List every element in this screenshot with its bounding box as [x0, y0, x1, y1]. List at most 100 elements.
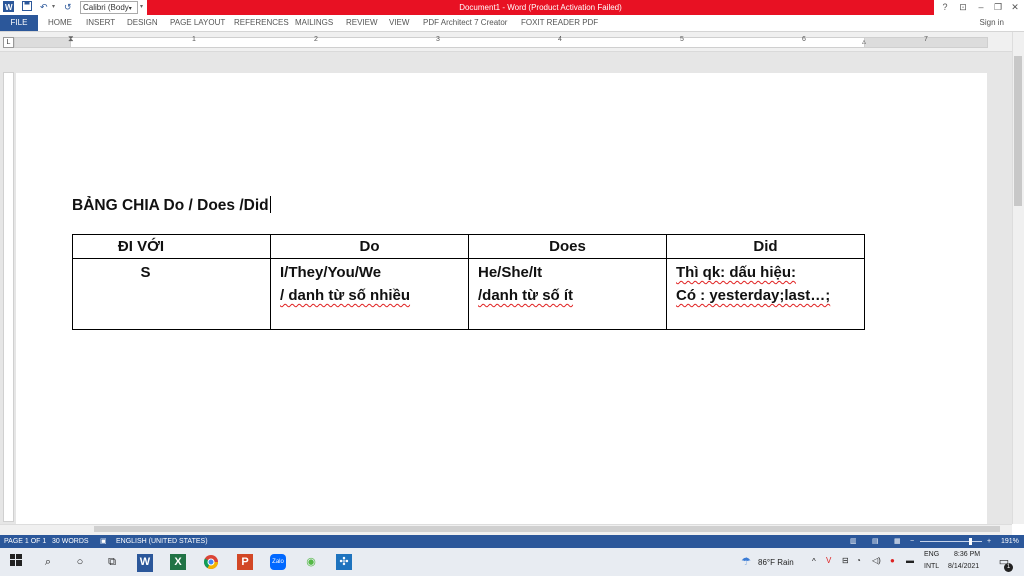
- cell-did-line1: Thì qk: dấu hiệu:: [676, 264, 796, 281]
- tab-home[interactable]: HOME: [48, 15, 72, 31]
- ruler-number: 4: [558, 36, 562, 43]
- conjugation-table[interactable]: ĐI VỚI Do Does Did S I/They/You/We / dan…: [72, 234, 865, 330]
- tab-mailings[interactable]: MAILINGS: [295, 15, 333, 31]
- table-row: S I/They/You/We / danh từ số nhiều He/Sh…: [72, 258, 865, 330]
- app-taskbar-icon[interactable]: ✣: [336, 554, 352, 570]
- title-bar: W ↶ ▾ ↺ Calibri (Body▾ ▾ Document1 - Wor…: [0, 0, 1024, 15]
- table-cell[interactable]: I/They/You/We / danh từ số nhiều: [270, 258, 469, 330]
- tab-selector[interactable]: L: [3, 37, 14, 48]
- cell-does-line1: He/She/It: [478, 264, 543, 281]
- zoom-level[interactable]: 191%: [1001, 535, 1019, 548]
- save-icon[interactable]: [22, 1, 32, 14]
- excel-taskbar-icon[interactable]: X: [170, 554, 186, 570]
- cortana-icon[interactable]: ○: [72, 554, 88, 570]
- font-name-box[interactable]: Calibri (Body▾: [80, 1, 138, 14]
- table-header-cell[interactable]: Did: [666, 234, 865, 259]
- header-does: Does: [549, 238, 586, 255]
- undo-dropdown-icon[interactable]: ▾: [52, 1, 55, 14]
- undo-icon[interactable]: ↶: [40, 1, 48, 14]
- ruler-number: 3: [436, 36, 440, 43]
- clock-time[interactable]: 8:36 PM: [954, 551, 980, 558]
- table-cell[interactable]: S: [72, 258, 271, 330]
- language-indicator[interactable]: ENGLISH (UNITED STATES): [116, 535, 208, 548]
- word-taskbar-icon[interactable]: W: [137, 554, 153, 572]
- tab-file[interactable]: FILE: [0, 15, 38, 31]
- zoom-slider-thumb[interactable]: [969, 538, 972, 545]
- close-button[interactable]: ✕: [1006, 0, 1024, 15]
- keyboard-tray-icon[interactable]: ▬: [906, 556, 914, 565]
- windows-taskbar: ⌕ ○ ⧉ W X P Zalo ◉ ✣ ☂ 86°F Rain ^ V ⊟ ◔…: [0, 548, 1024, 576]
- restore-button[interactable]: ❐: [989, 0, 1007, 15]
- tab-page-layout[interactable]: PAGE LAYOUT: [170, 15, 225, 31]
- weather-icon[interactable]: ☂: [738, 554, 754, 570]
- read-mode-icon[interactable]: ▥: [850, 535, 857, 548]
- ruler-left-margin: [14, 37, 72, 48]
- network-tray-icon[interactable]: ⊟: [842, 556, 849, 565]
- help-button[interactable]: ?: [936, 0, 954, 15]
- tab-pdf-architect[interactable]: PDF Architect 7 Creator: [423, 15, 507, 31]
- tab-design[interactable]: DESIGN: [127, 15, 158, 31]
- indent-marker-icon[interactable]: ⧗: [68, 34, 74, 44]
- tab-review[interactable]: REVIEW: [346, 15, 378, 31]
- header-did: Did: [753, 238, 778, 255]
- text-cursor: [269, 196, 271, 213]
- chevron-down-icon: ▾: [128, 6, 132, 12]
- page-count[interactable]: PAGE 1 OF 1: [4, 535, 46, 548]
- zoom-out-icon[interactable]: −: [910, 535, 914, 548]
- sign-in-link[interactable]: Sign in: [980, 15, 1004, 31]
- proofing-icon[interactable]: ▣: [100, 535, 107, 548]
- table-header-cell[interactable]: ĐI VỚI: [72, 234, 271, 259]
- windows-start-icon[interactable]: [8, 554, 24, 570]
- weather-text[interactable]: 86°F Rain: [758, 558, 794, 567]
- volume-icon[interactable]: ◁): [872, 556, 881, 565]
- svg-text:W: W: [5, 3, 13, 12]
- window-title: Document1 - Word (Product Activation Fai…: [147, 0, 934, 15]
- tab-view[interactable]: VIEW: [389, 15, 409, 31]
- input-language-top[interactable]: ENG: [924, 551, 939, 558]
- document-heading[interactable]: BẢNG CHIA Do / Does /Did: [72, 196, 271, 215]
- ribbon-display-options-icon[interactable]: ⊡: [954, 0, 972, 15]
- web-layout-icon[interactable]: ▦: [894, 535, 901, 548]
- horizontal-scrollbar-thumb[interactable]: [94, 526, 1000, 532]
- horizontal-ruler[interactable]: [70, 37, 987, 48]
- cell-do-line2: / danh từ số nhiều: [280, 287, 411, 304]
- table-header-cell[interactable]: Do: [270, 234, 469, 259]
- tab-foxit-reader[interactable]: FOXIT READER PDF: [521, 15, 598, 31]
- ruler-number: 2: [314, 36, 318, 43]
- zoom-slider[interactable]: [920, 538, 982, 545]
- table-cell[interactable]: Thì qk: dấu hiệu: Có : yesterday;last…;: [666, 258, 865, 330]
- cell-does-line2: /danh từ số ít: [478, 287, 574, 304]
- ruler-number: 7: [924, 36, 928, 43]
- tab-insert[interactable]: INSERT: [86, 15, 115, 31]
- coccoc-taskbar-icon[interactable]: ◉: [303, 554, 319, 570]
- table-header-cell[interactable]: Does: [468, 234, 667, 259]
- tab-references[interactable]: REFERENCES: [234, 15, 289, 31]
- word-app-icon[interactable]: W: [3, 1, 14, 14]
- right-indent-marker-icon[interactable]: ▵: [862, 37, 866, 46]
- table-cell[interactable]: He/She/It /danh từ số ít: [468, 258, 667, 330]
- wifi-icon[interactable]: ◔: [856, 556, 861, 565]
- update-tray-icon[interactable]: ●: [890, 556, 895, 565]
- vertical-ruler[interactable]: [3, 72, 14, 522]
- antivirus-tray-icon[interactable]: V: [826, 556, 831, 565]
- chevron-up-icon[interactable]: ^: [812, 557, 816, 566]
- zalo-taskbar-icon[interactable]: Zalo: [270, 554, 286, 570]
- font-name-value: Calibri (Body: [83, 3, 129, 12]
- input-language-bottom[interactable]: INTL: [924, 563, 939, 570]
- vertical-scrollbar-thumb[interactable]: [1014, 56, 1022, 206]
- cell-did-line2: Có : yesterday;last…;: [676, 287, 831, 304]
- ruler-number: 6: [802, 36, 806, 43]
- print-layout-icon[interactable]: ▤: [872, 535, 879, 548]
- search-icon[interactable]: ⌕: [40, 554, 56, 570]
- ribbon-tabs: FILE HOME INSERT DESIGN PAGE LAYOUT REFE…: [0, 15, 1024, 32]
- chrome-taskbar-icon[interactable]: [203, 554, 219, 570]
- customize-qat-icon[interactable]: ▾: [140, 1, 143, 14]
- powerpoint-taskbar-icon[interactable]: P: [237, 554, 253, 570]
- zoom-in-icon[interactable]: +: [987, 535, 991, 548]
- redo-icon[interactable]: ↺: [64, 1, 72, 14]
- word-count[interactable]: 30 WORDS: [52, 535, 89, 548]
- minimize-button[interactable]: –: [972, 0, 990, 15]
- cell-do-line1: I/They/You/We: [280, 264, 382, 281]
- task-view-icon[interactable]: ⧉: [104, 554, 120, 570]
- clock-date[interactable]: 8/14/2021: [948, 563, 979, 570]
